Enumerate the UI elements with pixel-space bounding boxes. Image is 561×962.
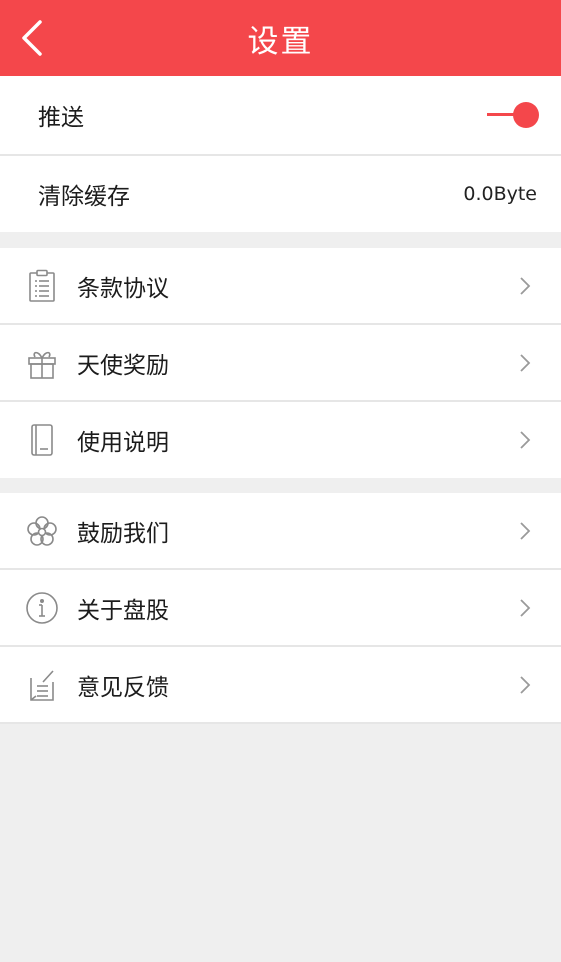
menu-item-angel-reward[interactable]: 天使奖励	[0, 325, 561, 402]
chevron-right-icon	[519, 675, 531, 695]
menu-item-terms[interactable]: 条款协议	[0, 248, 561, 325]
back-button[interactable]	[10, 14, 54, 62]
menu-label: 意见反馈	[77, 674, 169, 701]
clear-cache-label: 清除缓存	[38, 184, 130, 210]
menu-label: 鼓励我们	[77, 520, 169, 547]
menu-label: 天使奖励	[77, 352, 169, 379]
clear-cache-row[interactable]: 清除缓存 0.0Byte	[0, 156, 561, 232]
menu-label: 关于盘股	[77, 597, 169, 624]
cache-size-value: 0.0Byte	[463, 183, 537, 205]
gift-icon	[24, 345, 60, 381]
clipboard-icon	[24, 268, 60, 304]
toggle-knob	[513, 102, 539, 128]
flower-icon	[24, 513, 60, 549]
app-header: 设置	[0, 0, 561, 76]
menu-label: 使用说明	[77, 430, 169, 456]
chevron-right-icon	[519, 353, 531, 373]
page-title: 设置	[247, 23, 314, 60]
menu-item-feedback[interactable]: 意见反馈	[0, 647, 561, 724]
menu-item-about[interactable]: 关于盘股	[0, 570, 561, 647]
menu-item-encourage[interactable]: 鼓励我们	[0, 493, 561, 570]
info-icon	[24, 590, 60, 626]
chevron-right-icon	[519, 521, 531, 541]
chevron-right-icon	[519, 430, 531, 450]
menu-item-instructions[interactable]: 使用说明	[0, 402, 561, 478]
back-arrow-icon	[22, 20, 42, 56]
menu-label: 条款协议	[77, 275, 169, 302]
push-row: 推送	[0, 76, 561, 156]
chevron-right-icon	[519, 276, 531, 296]
chevron-right-icon	[519, 598, 531, 618]
manual-icon	[24, 422, 60, 458]
push-label: 推送	[38, 105, 84, 131]
push-toggle[interactable]	[487, 100, 539, 130]
feedback-icon	[24, 667, 60, 703]
